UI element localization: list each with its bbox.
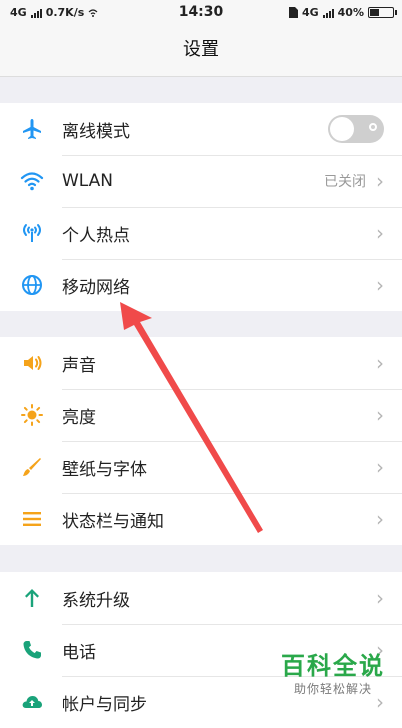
item-label: 帐户与同步 (62, 694, 147, 715)
sim-icon (288, 7, 298, 18)
wifi-icon (20, 169, 44, 193)
settings-group-display: 声音 › 亮度 › 壁纸与字体 › 状态栏与通知 › (0, 337, 402, 545)
settings-item-mobile-network[interactable]: 移动网络 › (0, 259, 402, 311)
item-label: 离线模式 (62, 121, 130, 142)
settings-item-hotspot[interactable]: 个人热点 › (0, 207, 402, 259)
chevron-right-icon: › (376, 169, 384, 193)
settings-item-wlan[interactable]: WLAN 已关闭 › (0, 155, 402, 207)
item-label: 电话 (62, 642, 96, 663)
globe-icon (20, 273, 44, 297)
chevron-right-icon: › (376, 273, 384, 297)
settings-item-wallpaper-font[interactable]: 壁纸与字体 › (0, 441, 402, 493)
phone-icon (20, 638, 44, 662)
settings-group-connectivity: 离线模式 WLAN 已关闭 › 个人热点 › 移动网络 › (0, 103, 402, 311)
item-label: 壁纸与字体 (62, 459, 147, 480)
airplane-mode-toggle[interactable] (328, 115, 384, 143)
settings-item-system-update[interactable]: 系统升级 › (0, 572, 402, 624)
watermark-subtitle: 助你轻松解决 (293, 682, 372, 696)
wlan-status: 已关闭 (324, 174, 366, 190)
battery-percent: 40% (337, 6, 364, 19)
arrow-up-icon (20, 586, 44, 610)
airplane-icon (20, 117, 44, 141)
chevron-right-icon: › (376, 586, 384, 610)
brightness-icon (20, 403, 44, 427)
chevron-right-icon: › (376, 351, 384, 375)
item-label: 移动网络 (62, 277, 130, 298)
item-label: 状态栏与通知 (62, 511, 164, 532)
item-label: 个人热点 (62, 225, 130, 246)
chevron-right-icon: › (376, 403, 384, 427)
item-label: 系统升级 (62, 590, 130, 611)
settings-item-airplane-mode[interactable]: 离线模式 (0, 103, 402, 155)
settings-item-sound[interactable]: 声音 › (0, 337, 402, 389)
settings-item-statusbar-notifications[interactable]: 状态栏与通知 › (0, 493, 402, 545)
item-label: 声音 (62, 355, 96, 376)
signal-icon-right (322, 8, 334, 18)
settings-item-brightness[interactable]: 亮度 › (0, 389, 402, 441)
network-type-right: 4G (301, 6, 319, 19)
chevron-right-icon: › (376, 455, 384, 479)
list-icon (20, 507, 44, 531)
item-label: 亮度 (62, 407, 96, 428)
page-title: 设置 (0, 26, 402, 77)
chevron-right-icon: › (376, 221, 384, 245)
item-label: WLAN (62, 171, 114, 191)
settings-group-system: 系统升级 › 电话 › 帐户与同步 › (0, 572, 402, 728)
status-right: 4G 40% (288, 6, 397, 19)
brush-icon (20, 455, 44, 479)
cloud-sync-icon (20, 690, 44, 714)
chevron-right-icon: › (376, 507, 384, 531)
hotspot-icon (20, 221, 44, 245)
status-bar: 4G 0.7K/s 14:30 4G 40% (0, 0, 402, 26)
battery-icon (368, 7, 397, 18)
speaker-icon (20, 351, 44, 375)
watermark-title: 百科全说 (281, 652, 385, 680)
watermark-logo: 百科全说 助你轻松解决 (274, 652, 392, 698)
